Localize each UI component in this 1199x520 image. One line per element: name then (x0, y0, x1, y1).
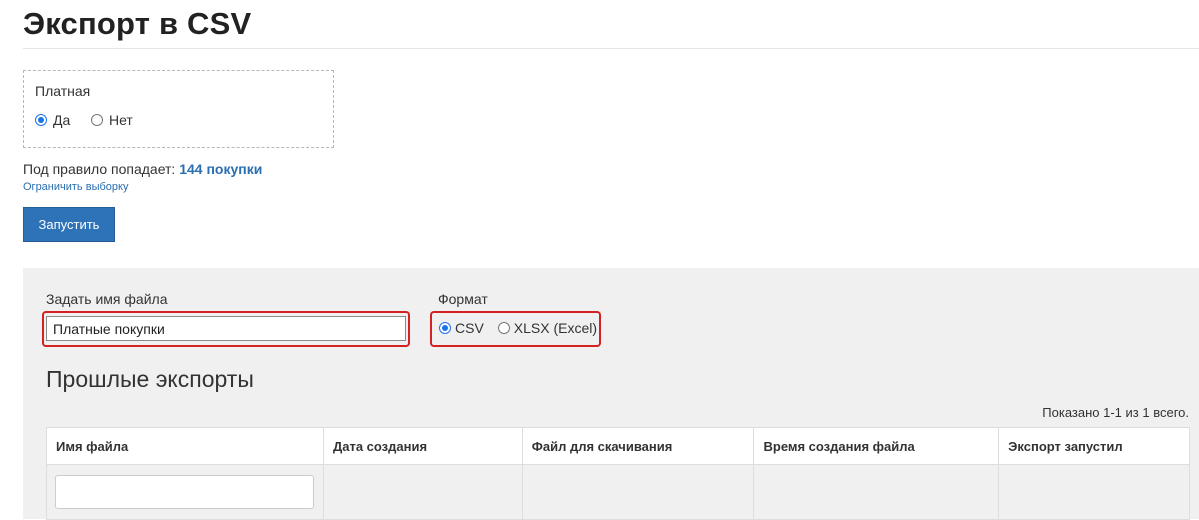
title-divider (23, 48, 1199, 49)
past-exports-table: Имя файла Дата создания Файл для скачива… (46, 427, 1190, 520)
format-highlight (430, 311, 601, 347)
filename-highlight (42, 311, 410, 347)
past-exports-title: Прошлые экспорты (46, 366, 254, 392)
table-filter-row (46, 464, 1190, 520)
filename-filter-input[interactable] (55, 475, 314, 509)
filter-cell-started-by (998, 464, 1190, 520)
paid-yes-label: Да (53, 112, 71, 128)
paid-no-radio[interactable] (91, 114, 103, 126)
rule-match-count-link[interactable]: 144 покупки (179, 161, 262, 177)
filename-label: Задать имя файла (46, 291, 168, 307)
paid-no-option[interactable]: Нет (91, 112, 133, 128)
rule-match-prefix: Под правило попадает: (23, 161, 176, 177)
page-title: Экспорт в CSV (23, 6, 252, 41)
column-header-started-by[interactable]: Экспорт запустил (998, 427, 1190, 465)
rule-match-count: Под правило попадает: 144 покупки (23, 161, 262, 177)
column-header-file-created-time[interactable]: Время создания файла (753, 427, 1000, 465)
run-button[interactable]: Запустить (23, 207, 115, 242)
filter-cell-filename (46, 464, 324, 520)
paid-filter-label: Платная (35, 83, 91, 99)
format-label: Формат (438, 291, 488, 307)
filter-cell-download-file (521, 464, 755, 520)
filter-cell-file-created-time (753, 464, 1000, 520)
paid-no-label: Нет (109, 112, 133, 128)
paid-yes-radio[interactable] (35, 114, 47, 126)
table-header-row: Имя файла Дата создания Файл для скачива… (46, 427, 1190, 465)
paid-filter-box: Платная Да Нет (23, 70, 334, 148)
filter-cell-created-date (322, 464, 523, 520)
column-header-download-file[interactable]: Файл для скачивания (521, 427, 755, 465)
paid-yes-option[interactable]: Да (35, 112, 70, 128)
past-exports-summary: Показано 1-1 из 1 всего. (1042, 405, 1189, 420)
column-header-created-date[interactable]: Дата создания (322, 427, 523, 465)
limit-selection-link[interactable]: Ограничить выборку (23, 181, 128, 193)
column-header-filename[interactable]: Имя файла (46, 427, 324, 465)
